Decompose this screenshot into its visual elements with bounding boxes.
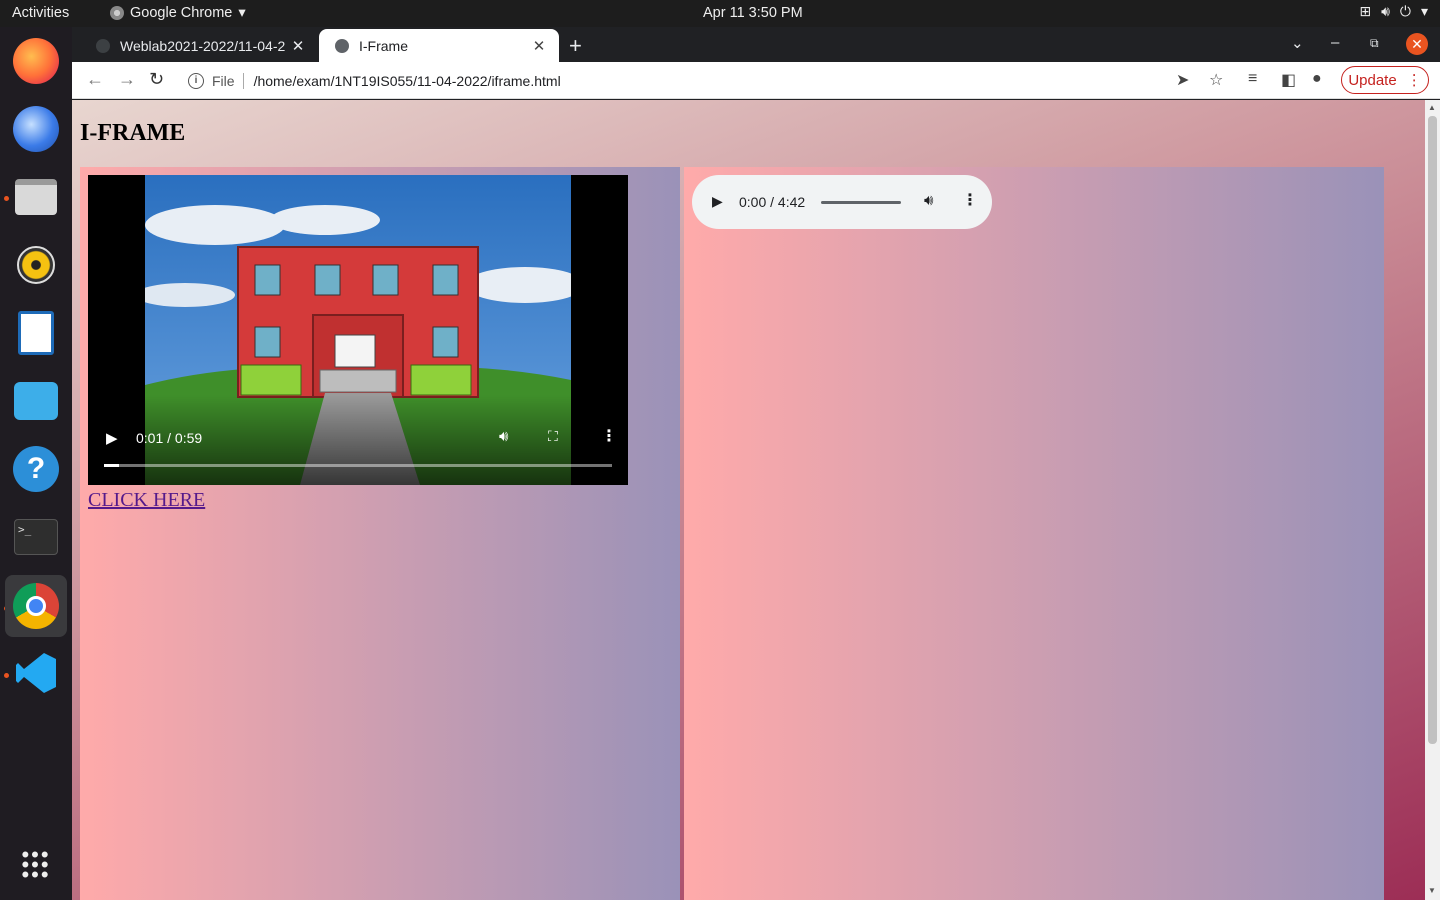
chrome-small-icon: [110, 6, 124, 20]
vscode-icon[interactable]: [10, 647, 62, 699]
dock: ? >_ ••• ••• •••: [0, 27, 72, 900]
tab-iframe[interactable]: I-Frame ✕: [319, 29, 559, 62]
help-icon[interactable]: ?: [10, 443, 62, 495]
video-progress-fill: [104, 464, 120, 467]
fullscreen-icon[interactable]: ⛶: [548, 428, 558, 445]
click-here-link[interactable]: CLICK HERE: [88, 489, 205, 512]
send-icon[interactable]: ➤: [1176, 70, 1189, 90]
system-top-bar: Activities Google Chrome ▾ Apr 11 3:50 P…: [0, 0, 1440, 27]
terminal-icon[interactable]: >_: [10, 511, 62, 563]
globe-icon: [335, 38, 349, 53]
video-player[interactable]: ▶ 0:01 / 0:59 🔊︎ ⛶ ⋮: [88, 175, 628, 485]
kebab-menu-icon: ⋮: [1406, 72, 1422, 89]
close-tab-icon[interactable]: ✕: [288, 37, 308, 55]
system-tray[interactable]: ⊞ 🔊︎ ⏻ ▾: [1359, 3, 1428, 20]
star-icon[interactable]: ☆: [1209, 70, 1223, 90]
scheme-label: File: [212, 72, 244, 89]
app-menu[interactable]: Google Chrome ▾: [110, 5, 246, 21]
volume-icon[interactable]: 🔊︎: [499, 428, 508, 445]
video-progress-bar[interactable]: [104, 464, 612, 467]
audio-player[interactable]: ▶ 0:00 / 4:42 🔊︎ ⋮: [692, 175, 992, 229]
side-panel-icon[interactable]: ◧: [1281, 70, 1296, 90]
maximize-button[interactable]: ⧉: [1370, 36, 1379, 51]
audio-time: 0:00 / 4:42: [739, 194, 806, 210]
video-time: 0:01 / 0:59: [136, 430, 203, 446]
new-tab-button[interactable]: +: [569, 33, 582, 59]
update-button[interactable]: Update ⋮: [1341, 66, 1429, 94]
audio-progress-bar[interactable]: [821, 201, 901, 204]
page-scrollbar[interactable]: ▲ ▼: [1425, 100, 1440, 900]
chevron-down-icon: ▾: [1420, 3, 1428, 19]
iframe-left: ▶ 0:01 / 0:59 🔊︎ ⛶ ⋮ CLICK HERE: [80, 167, 680, 900]
page-title: I-FRAME: [80, 120, 186, 146]
video-controls: ▶ 0:01 / 0:59 🔊︎ ⛶ ⋮: [88, 395, 628, 485]
scroll-down-icon[interactable]: ▼: [1428, 886, 1436, 895]
forward-arrow-icon[interactable]: →: [118, 69, 136, 90]
minimize-button[interactable]: –: [1331, 34, 1339, 51]
thunderbird-icon[interactable]: [10, 103, 62, 155]
show-applications-icon[interactable]: ••• ••• •••: [10, 839, 62, 891]
back-arrow-icon[interactable]: ←: [86, 69, 104, 90]
scroll-up-icon[interactable]: ▲: [1428, 103, 1436, 112]
power-icon: ⏻: [1399, 3, 1411, 19]
tab-title: Weblab2021-2022/11-04-2: [120, 37, 286, 54]
app-menu-label: Google Chrome: [130, 5, 233, 21]
volume-icon[interactable]: 🔊︎: [924, 192, 933, 209]
kebab-menu-icon[interactable]: ⋮: [601, 426, 617, 446]
play-icon[interactable]: ▶: [712, 193, 723, 210]
firefox-icon[interactable]: [10, 35, 62, 87]
reload-icon[interactable]: ↻: [149, 69, 164, 90]
chevron-down-icon: ▾: [238, 5, 246, 21]
url-text[interactable]: /home/exam/1NT19IS055/11-04-2022/iframe.…: [254, 73, 561, 89]
page-viewport: I-FRAME ▶ 0:01 / 0:59 🔊︎ ⛶ ⋮ CLICK HERE …: [72, 100, 1440, 900]
github-icon: [96, 38, 110, 53]
scrollbar-thumb[interactable]: [1428, 116, 1437, 744]
address-bar[interactable]: i File /home/exam/1NT19IS055/11-04-2022/…: [180, 66, 1255, 95]
clock[interactable]: Apr 11 3:50 PM: [703, 5, 803, 21]
software-center-icon[interactable]: [10, 375, 62, 427]
activities-button[interactable]: Activities: [12, 5, 69, 21]
chrome-window: Weblab2021-2022/11-04-2 ✕ I-Frame ✕ + ⌄ …: [72, 27, 1440, 900]
libreoffice-writer-icon[interactable]: [10, 307, 62, 359]
tab-weblab[interactable]: Weblab2021-2022/11-04-2 ✕: [80, 29, 318, 62]
close-tab-icon[interactable]: ✕: [529, 37, 549, 55]
info-icon[interactable]: i: [188, 72, 204, 89]
play-icon[interactable]: ▶: [106, 429, 118, 447]
tab-strip: Weblab2021-2022/11-04-2 ✕ I-Frame ✕ + ⌄ …: [72, 27, 1440, 62]
network-icon: ⊞: [1359, 3, 1372, 19]
kebab-menu-icon[interactable]: ⋮: [962, 190, 978, 210]
tab-search-icon[interactable]: ⌄: [1291, 34, 1304, 52]
browser-toolbar: ← → ↻ i File /home/exam/1NT19IS055/11-04…: [72, 62, 1440, 99]
chrome-icon[interactable]: [5, 575, 67, 637]
reading-list-icon[interactable]: ≡: [1248, 70, 1257, 88]
iframe-right: ▶ 0:00 / 4:42 🔊︎ ⋮: [684, 167, 1384, 900]
tab-title: I-Frame: [359, 37, 408, 54]
volume-icon: 🔊︎: [1381, 3, 1390, 19]
profile-icon[interactable]: ●: [1312, 70, 1322, 88]
files-icon[interactable]: [10, 171, 62, 223]
rhythmbox-icon[interactable]: [10, 239, 62, 291]
update-label: Update: [1348, 71, 1397, 89]
close-window-button[interactable]: ✕: [1406, 33, 1428, 55]
